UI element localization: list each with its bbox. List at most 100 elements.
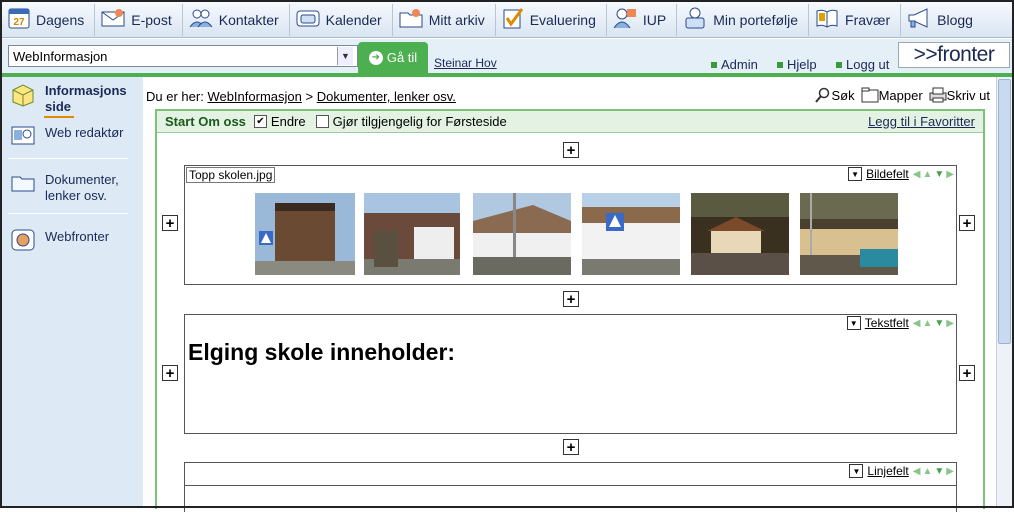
add-favorite-link[interactable]: Legg til i Favoritter <box>868 114 975 129</box>
school-photo <box>800 193 900 275</box>
arrow-right-icon[interactable]: ▶ <box>946 318 954 329</box>
sidebar-item-label: Informasjons side <box>45 83 127 114</box>
scrollbar-thumb[interactable] <box>998 79 1011 344</box>
arrow-up-icon[interactable]: ▲ <box>922 466 932 477</box>
bullet-icon <box>711 61 717 68</box>
school-photo <box>255 193 355 275</box>
school-photo <box>691 193 791 275</box>
edit-checkbox[interactable]: ✔ <box>253 115 267 128</box>
add-block-button[interactable]: + <box>563 291 579 307</box>
help-link[interactable]: Hjelp <box>777 57 817 72</box>
arrow-right-icon: ➜ <box>368 50 383 65</box>
nav-label: Evaluering <box>529 11 596 28</box>
photo-strip <box>255 193 900 275</box>
arrow-down-icon[interactable]: ▼ <box>934 318 944 329</box>
nav-e-post[interactable]: E-post <box>95 3 183 36</box>
arrow-right-icon[interactable]: ▶ <box>946 466 954 477</box>
sidebar-item-label: Webfronter <box>45 229 110 244</box>
breadcrumb-link[interactable]: WebInformasjon <box>207 89 301 104</box>
add-block-left-button[interactable]: + <box>162 365 178 381</box>
block-type-link[interactable]: Bildefelt <box>866 167 909 181</box>
nav-blogg[interactable]: Blogg <box>901 4 983 36</box>
arrow-right-icon[interactable]: ▶ <box>946 169 954 180</box>
sidebar-item-label: Dokumenter, lenker osv. <box>45 172 119 203</box>
nav-label: Kontakter <box>218 11 279 28</box>
arrow-up-icon[interactable]: ▲ <box>922 169 932 180</box>
breadcrumb-link[interactable]: Dokumenter, lenker osv. <box>317 89 456 104</box>
user-icon <box>613 7 637 32</box>
block-controls: ▼ Bildefelt ◀ ▲ ▼ ▶ <box>848 167 954 181</box>
sidebar-item-label: Web redaktør <box>45 125 124 140</box>
vertical-scrollbar[interactable] <box>996 77 1012 506</box>
text-heading: Elging skole inneholder: <box>188 339 456 365</box>
portfolio-icon <box>683 7 707 32</box>
add-block-button[interactable]: + <box>563 439 579 455</box>
calendar-icon <box>296 7 320 32</box>
main-content: Du er her: WebInformasjon > Dokumenter, … <box>143 77 996 512</box>
add-block-left-button[interactable]: + <box>162 215 178 231</box>
sidebar-divider <box>8 158 128 159</box>
active-indicator <box>44 116 74 118</box>
sidebar-divider <box>8 213 128 214</box>
print-tool-label: Skriv ut <box>946 87 990 103</box>
sidebar-item-web-redaktor[interactable]: Web redaktør <box>10 125 124 147</box>
page-panel: Start Om oss ✔ Endre Gjør tilgjengelig f… <box>155 109 985 512</box>
nav-label: IUP <box>642 11 667 28</box>
block-type-link[interactable]: Linjefelt <box>867 464 908 478</box>
nav-mitt-arkiv[interactable]: Mitt arkiv <box>393 3 496 36</box>
block-menu-button[interactable]: ▼ <box>846 316 861 330</box>
sidebar-item-dokumenter[interactable]: Dokumenter, lenker osv. <box>10 172 125 204</box>
breadcrumb-separator: > <box>305 89 314 104</box>
nav-fravaer[interactable]: Fravær <box>809 3 902 36</box>
arrow-down-icon[interactable]: ▼ <box>934 466 944 477</box>
frontpage-label: Gjør tilgjengelig for Førsteside <box>332 114 507 129</box>
nav-kontakter[interactable]: Kontakter <box>183 3 290 36</box>
print-tool[interactable]: Skriv ut <box>929 87 990 103</box>
webfronter-icon <box>10 229 36 251</box>
arrow-left-icon[interactable]: ◀ <box>913 466 921 477</box>
nav-evaluering[interactable]: Evaluering <box>496 3 607 36</box>
block-type-link[interactable]: Tekstfelt <box>865 316 909 330</box>
add-block-right-button[interactable]: + <box>959 215 975 231</box>
school-photo <box>473 193 573 275</box>
add-block-button[interactable]: + <box>563 142 579 158</box>
admin-link[interactable]: Admin <box>711 57 758 72</box>
printer-icon <box>929 87 947 103</box>
panel-header: Start Om oss ✔ Endre Gjør tilgjengelig f… <box>157 111 983 133</box>
nav-kalender[interactable]: Kalender <box>290 3 393 36</box>
room-select[interactable]: WebInformasjon ▼ <box>8 45 358 67</box>
cube-icon <box>10 83 36 107</box>
nav-iup[interactable]: IUP <box>607 3 678 36</box>
panel-title: Start Om oss <box>165 114 246 129</box>
block-controls: ▼ Tekstfelt ◀ ▲ ▼ ▶ <box>846 316 954 330</box>
frontpage-checkbox[interactable] <box>315 115 329 128</box>
block-controls: ▼ Linjefelt ◀ ▲ ▼ ▶ <box>849 464 954 478</box>
envelope-icon <box>101 7 125 32</box>
arrow-left-icon[interactable]: ◀ <box>913 169 921 180</box>
folders-tool[interactable]: Mapper <box>861 87 923 103</box>
sidebar-item-webfronter[interactable]: Webfronter <box>10 229 109 251</box>
logout-link[interactable]: Logg ut <box>836 57 889 72</box>
block-menu-button[interactable]: ▼ <box>848 167 863 181</box>
top-navigation: 27 Dagens E-post Kontakter Kalender Mitt… <box>2 2 1012 38</box>
svg-text:27: 27 <box>13 17 25 28</box>
sidebar: Informasjons side Web redaktør Dokumente… <box>2 77 143 506</box>
arrow-down-icon[interactable]: ▼ <box>934 169 944 180</box>
room-toolbar: WebInformasjon ▼ ➜ Gå til Steinar Hov Ad… <box>2 39 1012 73</box>
nav-dagens[interactable]: 27 Dagens <box>2 3 96 36</box>
username-link[interactable]: Steinar Hov <box>434 56 497 70</box>
logout-link-label: Logg ut <box>846 57 890 72</box>
checkmark-icon <box>502 7 524 32</box>
block-menu-button[interactable]: ▼ <box>849 464 864 478</box>
add-block-right-button[interactable]: + <box>959 365 975 381</box>
go-button[interactable]: ➜ Gå til <box>358 42 428 73</box>
move-arrows: ◀ ▲ ▼ ▶ <box>913 318 954 329</box>
search-icon <box>815 87 830 103</box>
nav-min-portefolje[interactable]: Min portefølje <box>677 3 810 36</box>
arrow-left-icon[interactable]: ◀ <box>913 318 921 329</box>
book-icon <box>815 7 839 32</box>
arrow-up-icon[interactable]: ▲ <box>922 318 932 329</box>
chevron-down-icon[interactable]: ▼ <box>337 47 353 65</box>
search-tool[interactable]: Søk <box>815 87 855 103</box>
sidebar-item-informasjons-side[interactable]: Informasjons side <box>10 83 133 115</box>
